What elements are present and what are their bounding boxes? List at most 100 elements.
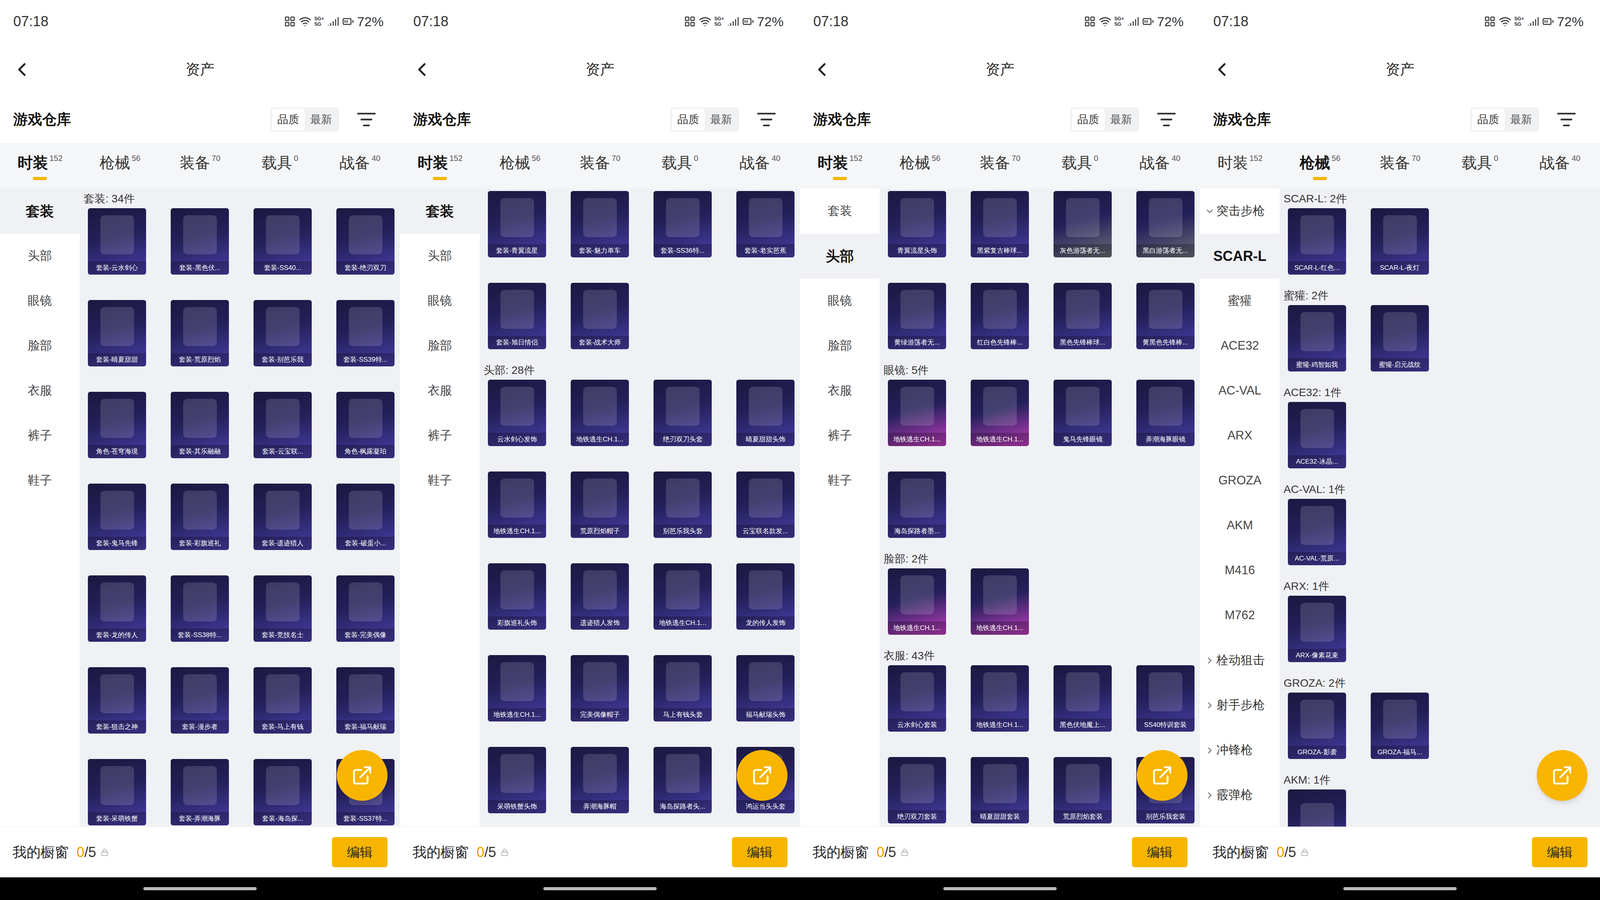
item-card[interactable]: 云水剑心套装	[887, 665, 947, 732]
sidebar-item[interactable]: 头部	[400, 233, 480, 279]
sort-option[interactable]: 品质	[1471, 108, 1505, 131]
item-card[interactable]: 黑色伏地魔上...	[1053, 665, 1112, 732]
sidebar-item[interactable]: 裤子	[800, 413, 880, 459]
item-card[interactable]: 地铁逃生CH.1...	[653, 563, 712, 630]
filter-icon[interactable]	[756, 109, 777, 130]
item-card[interactable]: 套装-海岛探...	[253, 758, 312, 826]
category-tab[interactable]: 装备70	[560, 142, 641, 189]
item-card[interactable]: 龙的传人发饰	[736, 563, 795, 630]
sidebar-item[interactable]: ARX	[1200, 413, 1280, 459]
edit-button[interactable]: 编辑	[732, 837, 788, 868]
edit-button[interactable]: 编辑	[1532, 837, 1588, 868]
category-tab[interactable]: 装备70	[960, 142, 1041, 189]
item-card[interactable]: 地铁逃生CH.1...	[970, 379, 1029, 447]
item-card[interactable]: 套装-鬼马先锋	[87, 483, 147, 550]
item-card[interactable]: 角色-苍穹海境	[87, 391, 147, 459]
item-card[interactable]: 套装-其乐融融	[170, 391, 229, 459]
item-card[interactable]: 套装-战术大师	[570, 282, 629, 350]
sidebar-item[interactable]: 裤子	[0, 413, 80, 459]
item-card[interactable]: 套装-云水剑心	[87, 208, 147, 275]
sidebar-item[interactable]: 衣服	[400, 368, 480, 414]
item-card[interactable]: 地铁逃生CH.1...	[487, 471, 547, 538]
sidebar-item[interactable]: M762	[1200, 592, 1280, 638]
item-card[interactable]: 海岛探路者墨...	[887, 471, 947, 538]
sidebar-item[interactable]: GROZA	[1200, 458, 1280, 504]
back-icon[interactable]	[10, 58, 33, 81]
sidebar-item[interactable]: SCAR-L	[1200, 233, 1280, 279]
filter-icon[interactable]	[1156, 109, 1177, 130]
sidebar-item[interactable]: 蜜獾	[1200, 278, 1280, 324]
sidebar-item[interactable]: AC-VAL	[1200, 368, 1280, 414]
share-button[interactable]	[736, 750, 788, 801]
category-tab[interactable]: 时装152	[400, 142, 481, 189]
sidebar-group[interactable]: 霰弹枪	[1200, 772, 1280, 818]
item-card[interactable]: 云水剑心发饰	[487, 379, 547, 447]
item-card[interactable]: 套装-晴夏甜甜	[87, 300, 147, 367]
item-card[interactable]: 套装-旭日情侣	[487, 282, 547, 350]
item-card[interactable]: AC-VAL-荒原...	[1287, 498, 1347, 566]
sidebar-item[interactable]: AKM	[1200, 503, 1280, 549]
item-card[interactable]: 角色-枫露凝珀	[336, 391, 395, 459]
item-card[interactable]: 呆萌铁蟹头饰	[487, 746, 547, 814]
sidebar-item[interactable]: 眼镜	[0, 278, 80, 324]
item-card[interactable]: 荒原烈焰帽子	[570, 471, 629, 538]
category-tab[interactable]: 时装152	[1200, 142, 1281, 189]
sidebar-item[interactable]: 衣服	[800, 368, 880, 414]
sidebar-item[interactable]: 眼镜	[800, 278, 880, 324]
item-card[interactable]: 晴夏甜甜头饰	[736, 379, 795, 447]
item-card[interactable]: 彩旗巡礼头饰	[487, 563, 547, 630]
filter-icon[interactable]	[356, 109, 377, 130]
item-card[interactable]: 蜜獾-鸡智如我	[1287, 305, 1347, 372]
sort-option[interactable]: 品质	[1071, 108, 1105, 131]
gesture-handle[interactable]	[543, 887, 657, 891]
sort-option[interactable]: 最新	[304, 108, 338, 131]
item-card[interactable]: 海岛探路者头...	[653, 746, 712, 814]
item-card[interactable]: 套装-魅力单车	[570, 191, 629, 258]
item-card[interactable]: 黑色先锋棒球...	[1053, 282, 1112, 350]
item-card[interactable]: 套装-龙的传人	[87, 575, 147, 642]
sidebar-group[interactable]: 突击步枪	[1200, 188, 1280, 234]
item-card[interactable]: 黄黑色先锋棒...	[1136, 282, 1195, 350]
sidebar-item[interactable]: 套装	[0, 188, 80, 234]
item-card[interactable]: ARX-像素花束	[1287, 595, 1347, 663]
category-tab[interactable]: 枪械56	[1280, 142, 1361, 189]
sidebar-item[interactable]: 头部	[800, 233, 880, 279]
share-button[interactable]	[1536, 750, 1588, 801]
sidebar-item[interactable]: 鞋子	[0, 458, 80, 504]
sort-option[interactable]: 品质	[271, 108, 305, 131]
sidebar-item[interactable]: 脸部	[0, 323, 80, 369]
item-card[interactable]: 地铁逃生CH.1...	[970, 568, 1029, 635]
category-tab[interactable]: 战备40	[1519, 142, 1600, 189]
item-card[interactable]: 绝刃双刀套装	[887, 757, 947, 824]
category-tab[interactable]: 载具0	[1439, 142, 1520, 189]
sidebar-item[interactable]: 头部	[0, 233, 80, 279]
item-card[interactable]	[1287, 789, 1347, 827]
item-card[interactable]: 地铁逃生CH.1...	[887, 379, 947, 447]
sort-option[interactable]: 最新	[1504, 108, 1538, 131]
category-tab[interactable]: 战备40	[1119, 142, 1200, 189]
item-card[interactable]: 套装-遗迹猎人	[253, 483, 312, 550]
sidebar-item[interactable]: 裤子	[400, 413, 480, 459]
item-card[interactable]: 黄绿游荡者无...	[887, 282, 947, 350]
item-card[interactable]: 套装-狙击之神	[87, 667, 147, 734]
category-tab[interactable]: 装备70	[160, 142, 241, 189]
item-card[interactable]: 完美偶像帽子	[570, 655, 629, 722]
item-card[interactable]: 别芭乐我头套	[653, 471, 712, 538]
item-card[interactable]: 套装-老实芭蕉	[736, 191, 795, 258]
item-card[interactable]: 套装-马上有钱	[253, 667, 312, 734]
item-card[interactable]: 套装-呆萌铁蟹	[87, 758, 147, 826]
category-tab[interactable]: 载具0	[1039, 142, 1120, 189]
back-icon[interactable]	[410, 58, 433, 81]
item-card[interactable]: 青翼流星头饰	[887, 191, 947, 258]
item-card[interactable]: 晴夏甜甜套装	[970, 757, 1029, 824]
edit-button[interactable]: 编辑	[1132, 837, 1188, 868]
item-card[interactable]: 套装-漫步者	[170, 667, 229, 734]
item-card[interactable]: 蜜獾-启元战纹	[1370, 305, 1429, 372]
item-card[interactable]: 鬼马先锋眼镜	[1053, 379, 1112, 447]
category-tab[interactable]: 战备40	[319, 142, 400, 189]
item-card[interactable]: 遗迹猎人发饰	[570, 563, 629, 630]
category-tab[interactable]: 时装152	[800, 142, 881, 189]
gesture-handle[interactable]	[943, 887, 1057, 891]
item-card[interactable]: 福马献瑞头饰	[736, 655, 795, 722]
category-tab[interactable]: 枪械56	[80, 142, 161, 189]
